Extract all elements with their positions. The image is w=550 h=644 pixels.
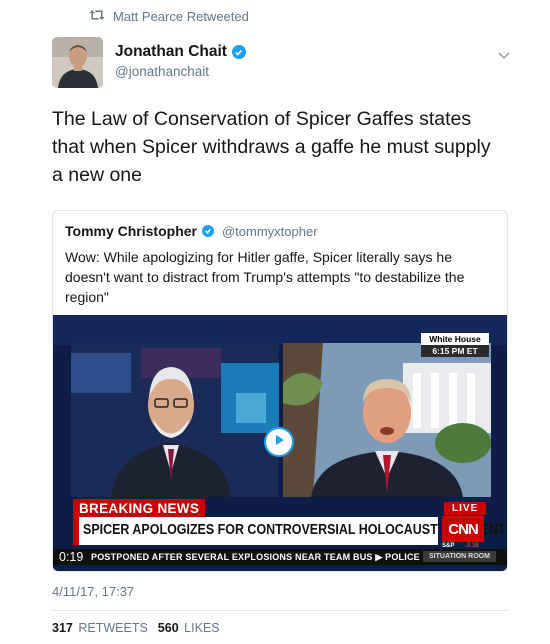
video-panel-spicer	[283, 343, 491, 497]
likes-label: LIKES	[184, 621, 220, 635]
news-ticker: 0:19 POSTPONED AFTER SEVERAL EXPLOSIONS …	[53, 549, 507, 565]
play-icon	[272, 433, 286, 452]
author-name[interactable]: Jonathan Chait	[115, 43, 227, 61]
retweets-stat[interactable]: 317 RETWEETS	[52, 621, 148, 635]
likes-stat[interactable]: 560 LIKES	[158, 621, 220, 635]
author-handle[interactable]: @jonathanchait	[115, 64, 246, 79]
verified-badge-icon	[231, 45, 246, 59]
location-badge-time: 6:15 PM ET	[421, 345, 489, 357]
video-elapsed-time: 0:19	[59, 550, 84, 564]
retweet-context-text[interactable]: Matt Pearce Retweeted	[113, 9, 249, 24]
location-badge: White House 6:15 PM ET	[421, 333, 489, 357]
divider	[52, 610, 508, 611]
tweet-text: The Law of Conservation of Spicer Gaffes…	[52, 108, 491, 186]
breaking-news-label: BREAKING NEWS	[73, 499, 206, 518]
tweet-stats: 317 RETWEETS 560 LIKES	[52, 621, 220, 635]
likes-count: 560	[157, 621, 179, 635]
quoted-tweet-text: Wow: While apologizing for Hitler gaffe,…	[65, 249, 465, 305]
play-button[interactable]	[264, 427, 294, 457]
live-label: LIVE	[444, 502, 487, 515]
retweet-icon	[89, 9, 105, 24]
chyron: SPICER APOLOGIZES FOR CONTROVERSIAL HOLO…	[73, 517, 507, 545]
tweet-header: Jonathan Chait @jonathanchait	[52, 37, 512, 89]
quoted-tweet[interactable]: Tommy Christopher @tommyxtopher Wow: Whi…	[52, 210, 508, 572]
avatar[interactable]	[52, 37, 103, 88]
location-badge-title: White House	[421, 333, 489, 345]
quoted-author-row: Tommy Christopher @tommyxtopher	[65, 223, 318, 239]
verified-badge-icon	[201, 225, 214, 237]
retweets-label: RETWEETS	[78, 621, 148, 635]
show-tag: SITUATION ROOM	[423, 551, 496, 562]
chevron-down-icon[interactable]	[496, 47, 512, 63]
video-panel-anchor	[71, 343, 279, 497]
network-logo: CNN	[442, 516, 484, 542]
ticker-text: POSTPONED AFTER SEVERAL EXPLOSIONS NEAR …	[91, 552, 420, 562]
author-name-row: Jonathan Chait	[115, 43, 246, 61]
quoted-author-name: Tommy Christopher	[65, 223, 197, 239]
author-names: Jonathan Chait @jonathanchait	[115, 43, 246, 79]
retweets-count: 317	[52, 621, 73, 635]
retweet-context: Matt Pearce Retweeted	[89, 9, 249, 24]
quoted-author-handle: @tommyxtopher	[221, 223, 318, 239]
video-player[interactable]: White House 6:15 PM ET BREAKING NEWS LIV…	[53, 315, 507, 571]
tweet-timestamp[interactable]: 4/11/17, 17:37	[52, 584, 134, 599]
